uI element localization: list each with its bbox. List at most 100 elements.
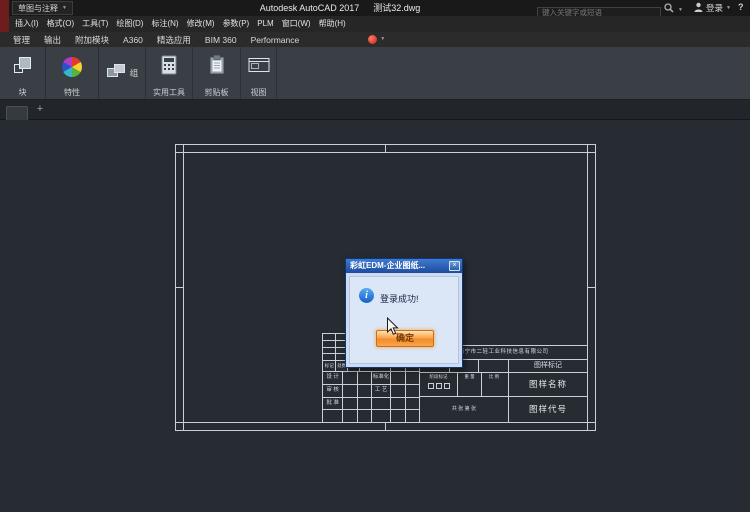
title-bar: 草图与注释 ▼ Autodesk AutoCAD 2017测试32.dwg ▼ … bbox=[0, 0, 750, 16]
frame-tick bbox=[175, 152, 183, 153]
stage-mark-cell: 阶段标记 bbox=[420, 373, 458, 396]
workspace-selector[interactable]: 草图与注释 ▼ bbox=[12, 1, 73, 15]
block-button[interactable] bbox=[0, 47, 45, 87]
sig-cell: 批 准 bbox=[323, 398, 342, 410]
weight-label: 重 量 bbox=[458, 373, 481, 380]
dialog-titlebar[interactable]: 彩虹EDM-企业图纸... bbox=[346, 259, 462, 273]
sig-cell bbox=[371, 398, 390, 410]
scale-label: 比 例 bbox=[482, 373, 506, 380]
document-title: 测试32.dwg bbox=[373, 3, 420, 13]
sig-cell bbox=[371, 410, 390, 422]
panel-view: 视图 bbox=[241, 47, 277, 99]
sig-cell bbox=[342, 410, 356, 422]
panel-group: 组 bbox=[99, 47, 146, 99]
stage-box bbox=[444, 383, 450, 389]
ribbon-tab[interactable]: Performance bbox=[244, 35, 307, 45]
ok-button[interactable]: 确定 bbox=[376, 330, 434, 347]
panel-clipboard: 剪贴板 bbox=[193, 47, 241, 99]
menu-item[interactable]: 帮助(H) bbox=[315, 16, 350, 32]
search-icon[interactable] bbox=[664, 3, 674, 13]
stage-mark-label: 阶段标记 bbox=[430, 373, 448, 380]
sig-cell bbox=[357, 372, 371, 384]
dialog-title: 彩虹EDM-企业图纸... bbox=[350, 261, 425, 270]
titleblock-right-column: 图样标记 图样名称 图样代号 bbox=[508, 360, 587, 422]
sig-cell bbox=[342, 398, 356, 410]
menu-item[interactable]: 工具(T) bbox=[78, 16, 112, 32]
utilities-button[interactable] bbox=[146, 47, 192, 87]
menu-item[interactable]: 修改(M) bbox=[183, 16, 219, 32]
new-tab-button[interactable]: + bbox=[34, 103, 46, 115]
frame-tick bbox=[588, 287, 596, 288]
panel-label[interactable]: 块 bbox=[0, 87, 45, 99]
frame-tick bbox=[385, 144, 386, 152]
help-icon[interactable]: ? bbox=[738, 2, 744, 12]
sig-cell bbox=[405, 410, 419, 422]
info-icon: i bbox=[359, 288, 374, 303]
sig-cell: 标准化 bbox=[371, 372, 390, 384]
drawing-code-label: 图样代号 bbox=[509, 397, 587, 422]
frame-tick bbox=[588, 152, 596, 153]
ribbon-tab[interactable]: 精选应用 bbox=[150, 34, 198, 46]
ribbon-tab[interactable]: A360 bbox=[116, 35, 150, 45]
sig-cell bbox=[390, 385, 404, 397]
group-icon bbox=[106, 63, 126, 84]
recorder-button[interactable]: ▼ bbox=[368, 35, 385, 44]
signature-row: 审 核 工 艺 bbox=[323, 384, 419, 397]
sig-cell bbox=[390, 410, 404, 422]
signature-row bbox=[323, 409, 419, 422]
paste-button[interactable] bbox=[193, 47, 240, 87]
ribbon-tab[interactable]: 附加模块 bbox=[68, 34, 116, 46]
menu-item[interactable]: 参数(P) bbox=[219, 16, 254, 32]
chevron-down-icon[interactable]: ▼ bbox=[678, 5, 683, 15]
stage-box bbox=[436, 383, 442, 389]
titleblock-signature-block: 设 计 标准化 审 核 工 艺 批 准 bbox=[322, 371, 420, 423]
sig-cell: 审 核 bbox=[323, 385, 342, 397]
calculator-icon bbox=[161, 55, 177, 80]
file-tab[interactable] bbox=[6, 106, 28, 120]
frame-tick bbox=[183, 423, 184, 431]
ribbon-tab[interactable]: BIM 360 bbox=[198, 35, 244, 45]
sig-cell bbox=[342, 372, 356, 384]
group-button[interactable]: 组 bbox=[99, 47, 145, 99]
chevron-down-icon: ▼ bbox=[380, 37, 385, 42]
menu-item[interactable]: 窗口(W) bbox=[278, 16, 315, 32]
file-tab-bar: + bbox=[0, 100, 750, 120]
menu-item[interactable]: 格式(O) bbox=[43, 16, 79, 32]
infocenter-search bbox=[537, 2, 661, 14]
sign-in-button[interactable]: 登录 ▼ bbox=[694, 1, 731, 15]
menu-item[interactable]: 标注(N) bbox=[147, 16, 182, 32]
titleblock-lower: 阶段标记 重 量 比 例 共 张 第 张 图样标记 图样名称 图样 bbox=[420, 360, 587, 422]
group-label: 组 bbox=[130, 67, 139, 79]
drawing-mark-label: 图样标记 bbox=[509, 360, 587, 373]
sheets-cell: 共 张 第 张 bbox=[420, 397, 508, 422]
stage-boxes bbox=[428, 383, 450, 389]
login-success-dialog: 彩虹EDM-企业图纸... × i 登录成功! 确定 bbox=[345, 258, 463, 368]
frame-tick bbox=[175, 422, 183, 423]
view-button[interactable] bbox=[241, 47, 276, 87]
menu-item[interactable]: 插入(I) bbox=[11, 16, 43, 32]
panel-label[interactable]: 实用工具 bbox=[146, 87, 192, 99]
app-menu-button[interactable] bbox=[0, 0, 9, 32]
workspace-label: 草图与注释 bbox=[18, 3, 58, 14]
titleblock-stage-row: 阶段标记 重 量 比 例 bbox=[420, 373, 508, 397]
chevron-down-icon: ▼ bbox=[726, 6, 731, 11]
frame-tick bbox=[385, 423, 386, 431]
menu-item[interactable]: PLM bbox=[253, 16, 277, 32]
dialog-close-button[interactable]: × bbox=[449, 261, 460, 271]
panel-label[interactable]: 视图 bbox=[241, 87, 276, 99]
ribbon: 块 特性 组 实用工具 剪贴板 bbox=[0, 47, 750, 100]
sig-cell bbox=[405, 385, 419, 397]
panel-label[interactable]: 特性 bbox=[46, 87, 98, 99]
viewport-icon bbox=[248, 57, 270, 78]
ribbon-tab[interactable]: 输出 bbox=[37, 34, 68, 46]
frame-tick bbox=[183, 144, 184, 152]
menu-item[interactable]: 绘图(D) bbox=[112, 16, 147, 32]
block-icon bbox=[12, 54, 34, 81]
sig-cell bbox=[357, 385, 371, 397]
properties-button[interactable] bbox=[46, 47, 98, 87]
panel-utilities: 实用工具 bbox=[146, 47, 193, 99]
drawing-name-label: 图样名称 bbox=[509, 373, 587, 397]
panel-label[interactable]: 剪贴板 bbox=[193, 87, 240, 99]
frame-tick bbox=[587, 144, 588, 152]
ribbon-tab[interactable]: 管理 bbox=[6, 34, 37, 46]
